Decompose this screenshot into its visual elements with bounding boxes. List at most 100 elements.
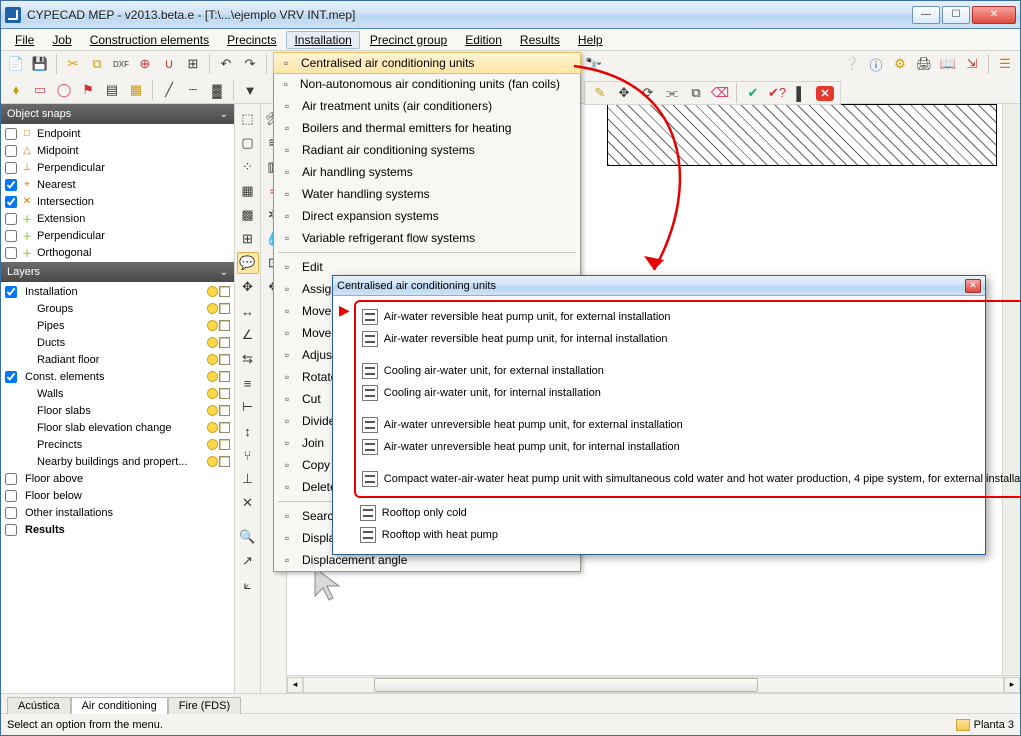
layer-visibility-icon[interactable] bbox=[207, 422, 218, 433]
layer-checkbox[interactable] bbox=[5, 490, 17, 502]
dropdown-item[interactable]: ▫Air treatment units (air conditioners) bbox=[274, 95, 580, 117]
vtool-angle-icon[interactable]: ∠ bbox=[237, 324, 259, 346]
snap-checkbox[interactable] bbox=[5, 145, 17, 157]
copy-icon[interactable]: ⧉ bbox=[86, 53, 108, 75]
vtool-perp-icon[interactable]: ⊥ bbox=[237, 468, 259, 490]
layer-visibility-icon[interactable] bbox=[207, 439, 218, 450]
layer-visibility-icon[interactable] bbox=[207, 405, 218, 416]
menu-precincts[interactable]: Precincts bbox=[219, 31, 284, 49]
dropdown-item[interactable]: ▫Direct expansion systems bbox=[274, 205, 580, 227]
fill-icon[interactable]: ▓ bbox=[206, 79, 228, 101]
layer-row[interactable]: Walls bbox=[1, 385, 234, 402]
menu-edition[interactable]: Edition bbox=[457, 31, 510, 49]
snap-checkbox[interactable] bbox=[5, 213, 17, 225]
undo-icon[interactable]: ↶ bbox=[215, 53, 237, 75]
vtool-rect-icon[interactable]: ▢ bbox=[237, 132, 259, 154]
redo-icon[interactable]: ↷ bbox=[239, 53, 261, 75]
layer-checkbox[interactable] bbox=[5, 507, 17, 519]
layer-row[interactable]: Results bbox=[1, 521, 234, 538]
vtool-grid2-icon[interactable]: ▩ bbox=[237, 204, 259, 226]
layer-lock-icon[interactable] bbox=[219, 422, 230, 433]
menu-help[interactable]: Help bbox=[570, 31, 611, 49]
snap-checkbox[interactable] bbox=[5, 162, 17, 174]
layer-lock-icon[interactable] bbox=[219, 320, 230, 331]
calc-icon[interactable]: ⚙ bbox=[889, 53, 911, 75]
layer-lock-icon[interactable] bbox=[219, 456, 230, 467]
menu-job[interactable]: Job bbox=[44, 31, 79, 49]
layer-row[interactable]: Radiant floor bbox=[1, 351, 234, 368]
vtool-search-icon[interactable]: 🔍 bbox=[237, 526, 259, 548]
unit-option[interactable]: Air-water reversible heat pump unit, for… bbox=[362, 306, 1021, 328]
layer-lock-icon[interactable] bbox=[219, 405, 230, 416]
vtool-split-icon[interactable]: ⊢ bbox=[237, 396, 259, 418]
layer-row[interactable]: Floor slab elevation change bbox=[1, 419, 234, 436]
scroll-left-button[interactable]: ◂ bbox=[287, 677, 303, 693]
export-icon[interactable]: ⇲ bbox=[961, 53, 983, 75]
info-icon[interactable]: ⓘ bbox=[865, 53, 887, 75]
dropdown-item[interactable]: ▫Air handling systems bbox=[274, 161, 580, 183]
copy-tool-icon[interactable]: ⧉ bbox=[685, 82, 707, 104]
snap-checkbox[interactable] bbox=[5, 230, 17, 242]
vtool-dots-icon[interactable]: ⁘ bbox=[237, 156, 259, 178]
magnet-icon[interactable]: ∪ bbox=[158, 53, 180, 75]
rotate-tool-icon[interactable]: ⟳ bbox=[637, 82, 659, 104]
stop-icon[interactable]: ✕ bbox=[814, 82, 836, 104]
vtool-angle2-icon[interactable]: ⟀ bbox=[237, 574, 259, 596]
menu-installation[interactable]: Installation bbox=[286, 31, 359, 49]
view-config-icon[interactable]: ☰ bbox=[994, 53, 1016, 75]
subwindow-close-button[interactable]: ✕ bbox=[965, 279, 981, 293]
layer-visibility-icon[interactable] bbox=[207, 320, 218, 331]
vtool-del-icon[interactable]: ✕ bbox=[237, 492, 259, 514]
snap-row[interactable]: ⌖ Nearest bbox=[1, 176, 234, 193]
layer-row[interactable]: Other installations bbox=[1, 504, 234, 521]
scrollbar-horizontal[interactable]: ◂ ▸ bbox=[287, 675, 1020, 693]
snap-icon[interactable]: ⊕ bbox=[134, 53, 156, 75]
maximize-button[interactable]: ☐ bbox=[942, 6, 970, 24]
dxf-icon[interactable]: DXF bbox=[110, 53, 132, 75]
menu-results[interactable]: Results bbox=[512, 31, 568, 49]
help-icon[interactable]: ❔ bbox=[841, 53, 863, 75]
dropdown-item[interactable]: ▫Radiant air conditioning systems bbox=[274, 139, 580, 161]
layer-lock-icon[interactable] bbox=[219, 337, 230, 348]
object-snaps-title[interactable]: Object snaps ⌄ bbox=[1, 104, 234, 124]
dropdown-item[interactable]: ▫Variable refrigerant flow systems bbox=[274, 227, 580, 249]
tab-fire[interactable]: Fire (FDS) bbox=[168, 697, 241, 714]
menu-construction[interactable]: Construction elements bbox=[82, 31, 217, 49]
dropdown-item[interactable]: ▫Non-autonomous air conditioning units (… bbox=[274, 73, 580, 95]
menu-precinct-group[interactable]: Precinct group bbox=[362, 31, 455, 49]
unit-option[interactable]: Cooling air-water unit, for external ins… bbox=[362, 360, 1021, 382]
grid-config-icon[interactable]: ⊞ bbox=[182, 53, 204, 75]
scroll-right-button[interactable]: ▸ bbox=[1004, 677, 1020, 693]
line-icon[interactable]: ╱ bbox=[158, 79, 180, 101]
layer-row[interactable]: Ducts bbox=[1, 334, 234, 351]
rect-icon[interactable]: ▭ bbox=[29, 79, 51, 101]
stop-lite-icon[interactable]: ▌ bbox=[790, 82, 812, 104]
layer-checkbox[interactable] bbox=[5, 524, 17, 536]
circle-icon[interactable]: ◯ bbox=[53, 79, 75, 101]
snap-row[interactable]: ＋ Orthogonal bbox=[1, 244, 234, 261]
dropdown-item[interactable]: ▫Water handling systems bbox=[274, 183, 580, 205]
vtool-cross-icon[interactable]: ✥ bbox=[237, 276, 259, 298]
layer-lock-icon[interactable] bbox=[219, 439, 230, 450]
scroll-thumb[interactable] bbox=[374, 678, 758, 692]
layer-lock-icon[interactable] bbox=[219, 286, 230, 297]
vtool-updown-icon[interactable]: ↕ bbox=[237, 420, 259, 442]
floor-label[interactable]: Planta 3 bbox=[974, 719, 1014, 731]
snap-row[interactable]: □ Endpoint bbox=[1, 125, 234, 142]
save-icon[interactable]: 💾 bbox=[29, 53, 51, 75]
snap-row[interactable]: ＋ Extension bbox=[1, 210, 234, 227]
move-icon[interactable]: ✥ bbox=[613, 82, 635, 104]
subwindow-titlebar[interactable]: Centralised air conditioning units ✕ bbox=[333, 276, 985, 296]
down-icon[interactable]: ▼ bbox=[239, 79, 261, 101]
layer-lock-icon[interactable] bbox=[219, 354, 230, 365]
layer-visibility-icon[interactable] bbox=[207, 337, 218, 348]
unit-option[interactable]: Air-water unreversible heat pump unit, f… bbox=[362, 414, 1021, 436]
menu-file[interactable]: File bbox=[7, 31, 42, 49]
layer-row[interactable]: Installation bbox=[1, 283, 234, 300]
dropdown-item[interactable]: ▫Centralised air conditioning units bbox=[273, 52, 581, 74]
snap-row[interactable]: ⊥ Perpendicular bbox=[1, 159, 234, 176]
layer-lock-icon[interactable] bbox=[219, 388, 230, 399]
scroll-track[interactable] bbox=[303, 677, 1004, 693]
layer-visibility-icon[interactable] bbox=[207, 354, 218, 365]
unit-option[interactable]: Air-water reversible heat pump unit, for… bbox=[362, 328, 1021, 350]
